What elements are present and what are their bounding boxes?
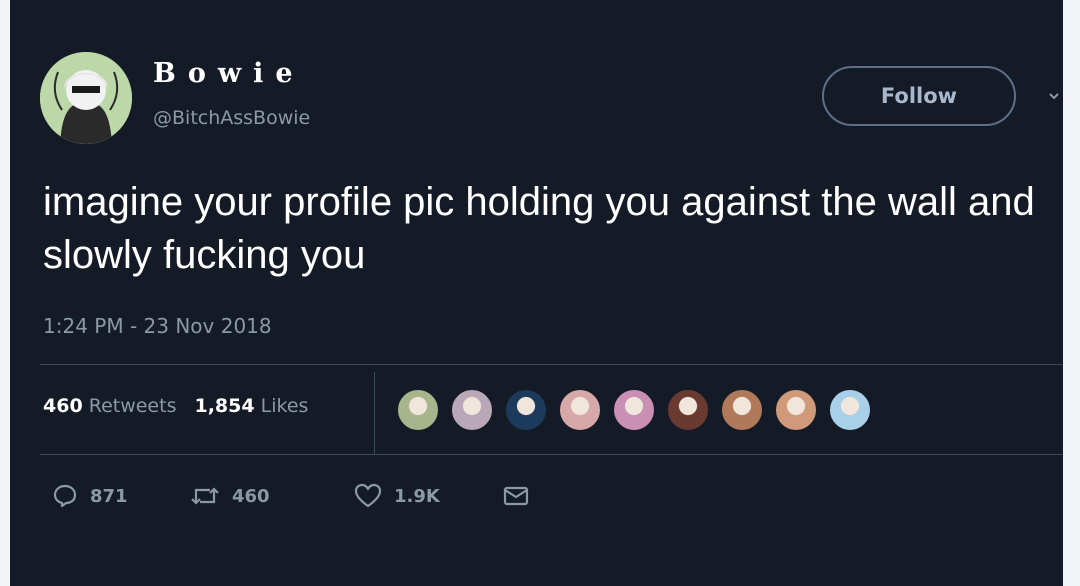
avatar-illustration xyxy=(40,52,132,144)
direct-message-action[interactable] xyxy=(502,480,530,512)
retweet-action[interactable]: 460 xyxy=(190,480,270,512)
liker-avatar[interactable] xyxy=(612,388,656,432)
divider xyxy=(40,364,1063,365)
retweets-count: 460 xyxy=(43,395,83,417)
reply-icon xyxy=(53,484,77,508)
timestamp[interactable]: 1:24 PM - 23 Nov 2018 xyxy=(43,314,272,338)
retweets-label: Retweets xyxy=(88,395,177,417)
liker-avatar[interactable] xyxy=(558,388,602,432)
reply-count: 871 xyxy=(90,485,128,507)
follow-label: Follow xyxy=(880,84,958,108)
tweet-card: Bowie @BitchAssBowie Follow imagine your… xyxy=(10,0,1063,586)
retweet-icon xyxy=(191,487,219,505)
heart-icon xyxy=(354,483,382,508)
liker-avatar[interactable] xyxy=(720,388,764,432)
like-action[interactable]: 1.9K xyxy=(354,480,440,512)
retweets-stat[interactable]: 460 Retweets xyxy=(43,395,176,417)
likes-stat[interactable]: 1,854 Likes xyxy=(194,395,308,417)
liker-avatar[interactable] xyxy=(396,388,440,432)
liker-avatar[interactable] xyxy=(666,388,710,432)
retweet-count: 460 xyxy=(232,485,270,507)
engagement-stats: 460 Retweets 1,854 Likes xyxy=(43,395,308,417)
stats-divider xyxy=(374,372,375,454)
display-name[interactable]: Bowie xyxy=(153,58,305,89)
avatar[interactable] xyxy=(40,52,132,144)
chevron-down-icon[interactable] xyxy=(1048,90,1060,102)
likes-count: 1,854 xyxy=(194,395,255,417)
envelope-icon xyxy=(503,486,529,506)
follow-button[interactable]: Follow xyxy=(822,66,1016,126)
like-count: 1.9K xyxy=(394,485,440,507)
tweet-text: imagine your profile pic holding you aga… xyxy=(43,180,1035,277)
likes-label: Likes xyxy=(260,395,309,417)
reply-action[interactable]: 871 xyxy=(52,480,128,512)
liker-avatar[interactable] xyxy=(450,388,494,432)
liker-avatar[interactable] xyxy=(828,388,872,432)
handle[interactable]: @BitchAssBowie xyxy=(153,107,310,129)
liker-avatar[interactable] xyxy=(774,388,818,432)
divider xyxy=(40,454,1063,455)
liker-avatar[interactable] xyxy=(504,388,548,432)
